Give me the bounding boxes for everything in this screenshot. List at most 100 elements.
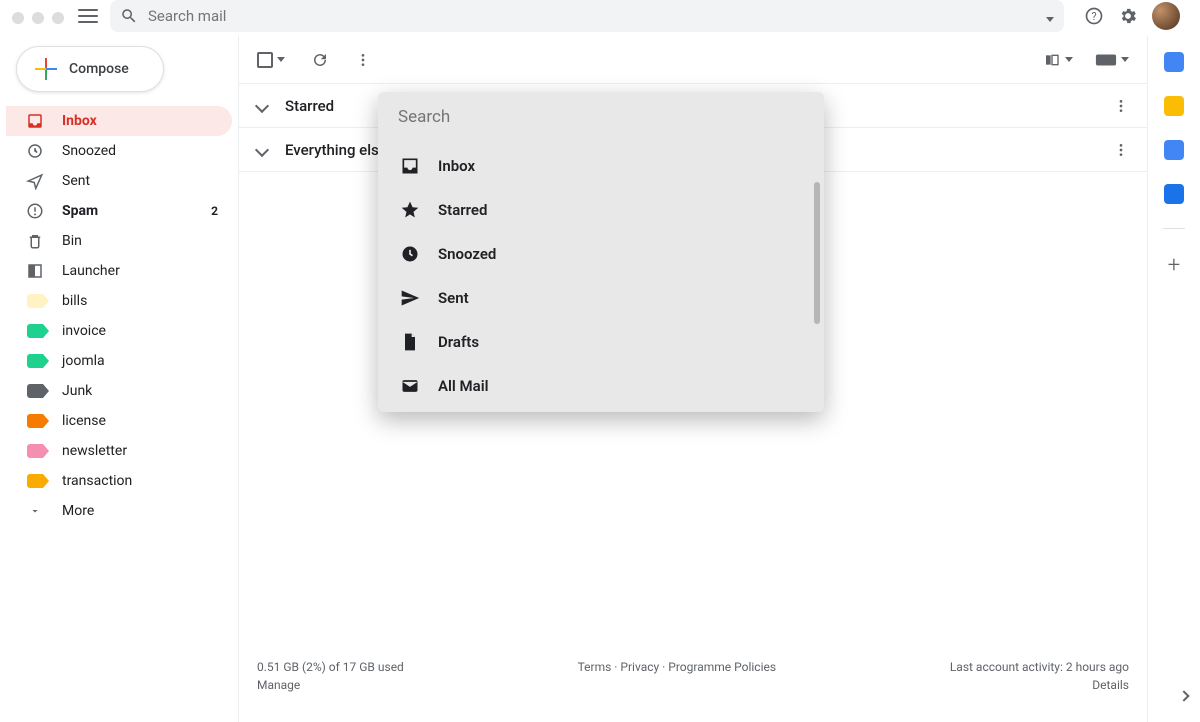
sidebar-item-label: Inbox — [62, 113, 97, 129]
collapse-side-panel[interactable] — [1172, 684, 1196, 708]
footer-activity: Last account activity: 2 hours ago Detai… — [950, 660, 1129, 692]
popover-item-sent[interactable]: Sent — [378, 276, 824, 320]
keyboard-toggle[interactable] — [1095, 53, 1129, 67]
footer-storage: 0.51 GB (2%) of 17 GB used Manage — [257, 660, 404, 692]
sidebar-label-text: Junk — [62, 383, 92, 399]
sidebar-label-bills[interactable]: bills — [6, 286, 232, 316]
terms-link[interactable]: Terms — [578, 660, 612, 674]
search-options-caret[interactable] — [1042, 7, 1054, 26]
policies-link[interactable]: Programme Policies — [668, 660, 776, 674]
sidebar-item-label: Spam — [62, 203, 98, 219]
chevron-down-icon — [26, 502, 44, 520]
launcher-icon — [26, 262, 44, 280]
sidebar-more[interactable]: More — [6, 496, 232, 526]
label-icon — [26, 472, 44, 490]
details-link[interactable]: Details — [950, 678, 1129, 692]
sidebar-item-launcher[interactable]: Launcher — [6, 256, 232, 286]
sidebar-label-transaction[interactable]: transaction — [6, 466, 232, 496]
section-more-icon[interactable] — [1113, 98, 1129, 114]
tasks-icon[interactable] — [1164, 140, 1184, 160]
sidebar-item-spam[interactable]: Spam 2 — [6, 196, 232, 226]
footer: 0.51 GB (2%) of 17 GB used Manage Terms … — [239, 648, 1147, 722]
mail-icon — [400, 376, 420, 396]
keep-icon[interactable] — [1164, 96, 1184, 116]
sidebar-label-joomla[interactable]: joomla — [6, 346, 232, 376]
sidebar-label-text: bills — [62, 293, 87, 309]
popover-search-input[interactable] — [398, 107, 804, 127]
sidebar-item-bin[interactable]: Bin — [6, 226, 232, 256]
calendar-icon[interactable] — [1164, 52, 1184, 72]
sidebar-item-inbox[interactable]: Inbox — [6, 106, 232, 136]
label-picker-popover: Inbox Starred Snoozed Sent Drafts All Mail — [378, 92, 824, 412]
settings-icon[interactable] — [1118, 6, 1138, 26]
sidebar-label-text: invoice — [62, 323, 106, 339]
clock-fill-icon — [400, 244, 420, 264]
label-icon — [26, 352, 44, 370]
support-icon[interactable]: ? — [1084, 6, 1104, 26]
footer-links: Terms · Privacy · Programme Policies — [578, 660, 776, 674]
chevron-down-icon — [255, 98, 269, 112]
select-all[interactable] — [257, 52, 285, 68]
more-menu-button[interactable] — [355, 52, 371, 68]
refresh-button[interactable] — [311, 51, 329, 69]
sidebar: Compose Inbox Snoozed Sent Spam 2 Bin Launcher… — [0, 36, 238, 722]
toolbar — [239, 36, 1147, 84]
search-icon — [120, 7, 138, 25]
sidebar-label-text: newsletter — [62, 443, 127, 459]
search-input[interactable] — [148, 7, 1032, 25]
search-bar — [110, 0, 1064, 32]
contacts-icon[interactable] — [1164, 184, 1184, 204]
spam-icon — [26, 202, 44, 220]
popover-item-label: Starred — [438, 201, 487, 219]
main-menu-button[interactable] — [76, 4, 100, 28]
section-more-icon[interactable] — [1113, 142, 1129, 158]
privacy-link[interactable]: Privacy — [620, 660, 659, 674]
account-avatar[interactable] — [1152, 2, 1180, 30]
popover-list: Inbox Starred Snoozed Sent Drafts All Mail — [378, 142, 824, 412]
mac-min-dot[interactable] — [32, 12, 44, 24]
popover-scrollbar[interactable] — [814, 182, 820, 324]
trash-icon — [26, 232, 44, 250]
file-icon — [400, 332, 420, 352]
sidebar-item-snoozed[interactable]: Snoozed — [6, 136, 232, 166]
popover-search — [378, 92, 824, 142]
clock-icon — [26, 142, 44, 160]
send-icon — [26, 172, 44, 190]
sidebar-label-invoice[interactable]: invoice — [6, 316, 232, 346]
section-label: Everything else — [285, 141, 387, 159]
popover-item-label: All Mail — [438, 377, 489, 395]
manage-link[interactable]: Manage — [257, 678, 404, 692]
sidebar-label-text: license — [62, 413, 106, 429]
compose-button[interactable]: Compose — [16, 46, 164, 92]
more-label: More — [62, 503, 94, 519]
star-icon — [400, 200, 420, 220]
sidebar-label-newsletter[interactable]: newsletter — [6, 436, 232, 466]
popover-item-label: Sent — [438, 289, 469, 307]
plus-icon — [35, 58, 57, 80]
sidebar-item-label: Snoozed — [62, 143, 116, 159]
split-pane-toggle[interactable] — [1043, 52, 1073, 68]
sidebar-item-sent[interactable]: Sent — [6, 166, 232, 196]
popover-item-snoozed[interactable]: Snoozed — [378, 232, 824, 276]
popover-item-all-mail[interactable]: All Mail — [378, 364, 824, 408]
sidebar-label-junk[interactable]: Junk — [6, 376, 232, 406]
sidebar-item-label: Bin — [62, 233, 82, 249]
popover-item-starred[interactable]: Starred — [378, 188, 824, 232]
mac-max-dot[interactable] — [52, 12, 64, 24]
inbox-icon — [26, 112, 44, 130]
sidebar-item-label: Launcher — [62, 263, 120, 279]
label-icon — [26, 292, 44, 310]
svg-text:?: ? — [1091, 10, 1096, 23]
mac-close-dot[interactable] — [12, 12, 24, 24]
sidebar-item-count: 2 — [211, 204, 218, 218]
get-addons-button[interactable]: + — [1168, 253, 1180, 278]
chevron-down-icon — [255, 142, 269, 156]
sidebar-item-label: Sent — [62, 173, 90, 189]
activity-text: Last account activity: 2 hours ago — [950, 660, 1129, 674]
popover-item-inbox[interactable]: Inbox — [378, 144, 824, 188]
popover-item-label: Inbox — [438, 157, 475, 175]
popover-item-drafts[interactable]: Drafts — [378, 320, 824, 364]
label-icon — [26, 412, 44, 430]
sidebar-label-text: transaction — [62, 473, 132, 489]
sidebar-label-license[interactable]: license — [6, 406, 232, 436]
